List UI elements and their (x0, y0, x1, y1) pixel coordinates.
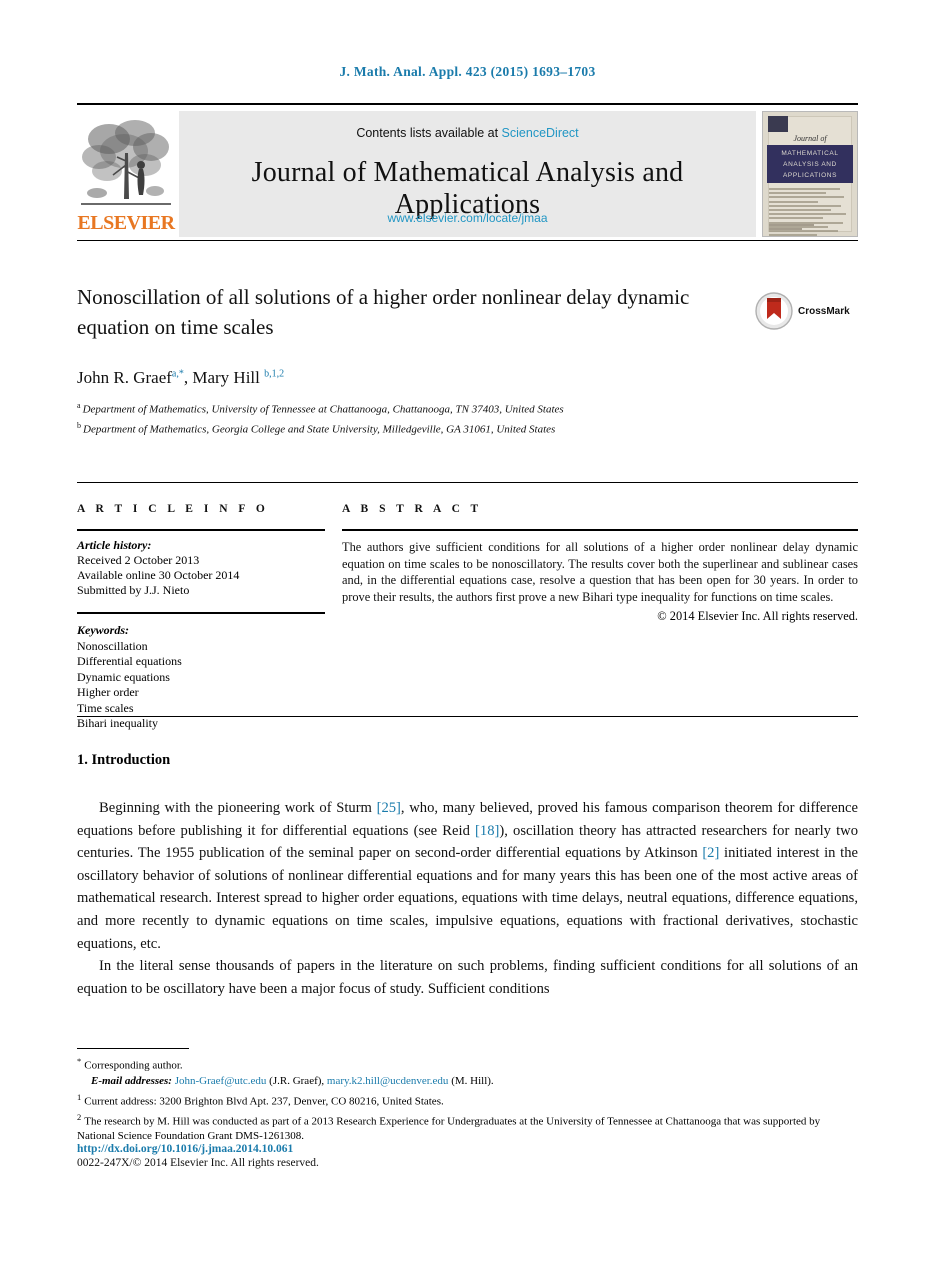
affiliation-b: b Department of Mathematics, Georgia Coll… (77, 419, 777, 437)
paragraph-2: In the literal sense thousands of papers… (77, 958, 858, 997)
cover-elsevier-mark (768, 116, 788, 132)
contents-prefix: Contents lists available at (356, 126, 502, 140)
article-info-column: A R T I C L E I N F O Article history: R… (77, 503, 325, 732)
history-item: Received 2 October 2013 (77, 553, 200, 567)
cover-contents-lines (769, 188, 851, 236)
article-history: Article history: Received 2 October 2013… (77, 538, 325, 598)
authors-text: John R. Graefa,*, Mary Hill b,1,2 (77, 368, 285, 387)
citation-25[interactable]: [25] (377, 800, 401, 816)
crossmark-label: CrossMark (798, 305, 850, 317)
email-link-hill[interactable]: mary.k2.hill@ucdenver.edu (327, 1075, 449, 1087)
footnotes-block: * Corresponding author. E-mail addresses:… (77, 1053, 858, 1144)
keyword-item: Time scales (77, 700, 134, 715)
title-block: Nonoscillation of all solutions of a hig… (77, 282, 858, 437)
keyword-item: Dynamic equations (77, 669, 170, 684)
journal-url-link[interactable]: www.elsevier.com/locate/jmaa (179, 211, 756, 225)
footnote-marker-star: * (77, 1056, 82, 1066)
crossmark-badge[interactable]: CrossMark (754, 290, 858, 332)
email-link-graef[interactable]: John-Graef@utc.edu (175, 1075, 267, 1087)
keywords-label: Keywords: (77, 623, 129, 637)
footnote-1: 1 Current address: 3200 Brighton Blvd Apt… (77, 1090, 858, 1109)
footnote-rule (77, 1048, 189, 1049)
elsevier-logo: ELSEVIER (77, 111, 175, 237)
para1-part1: Beginning with the pioneering work of St… (99, 800, 377, 816)
introduction-section: 1. Introduction Beginning with the pione… (77, 752, 858, 1000)
cover-journal-of: Journal of (793, 134, 827, 143)
doi-link[interactable]: http://dx.doi.org/10.1016/j.jmaa.2014.10… (77, 1143, 293, 1155)
abstract-copyright: © 2014 Elsevier Inc. All rights reserved… (657, 609, 858, 623)
elsevier-tree-icon (79, 113, 173, 213)
cover-footer-lines (769, 224, 851, 232)
keyword-item: Bihari inequality (77, 716, 158, 730)
article-info-heading: A R T I C L E I N F O (77, 503, 269, 515)
paragraph-1: Beginning with the pioneering work of St… (77, 797, 858, 955)
crossmark-icon (755, 292, 793, 330)
author-list: John R. Graefa,*, Mary Hill b,1,2 (77, 368, 858, 388)
citation-18[interactable]: [18] (475, 823, 499, 839)
masthead-bottom-rule (77, 240, 858, 241)
footnote-1-text: Current address: 3200 Brighton Blvd Apt.… (84, 1095, 444, 1108)
sciencedirect-link[interactable]: ScienceDirect (502, 126, 579, 140)
footnote-corresponding-text: Corresponding author. (84, 1059, 183, 1072)
email-owner-2: (M. Hill). (451, 1075, 494, 1088)
page-title: Nonoscillation of all solutions of a hig… (77, 285, 690, 339)
affiliation-marker-a: a (77, 401, 81, 410)
article-history-label: Article history: (77, 538, 152, 552)
footnote-2: 2 The research by M. Hill was conducted a… (77, 1110, 858, 1144)
contents-available-line: Contents lists available at ScienceDirec… (179, 126, 756, 140)
footnote-marker-1: 1 (77, 1091, 82, 1102)
info-bottom-rule (77, 716, 858, 717)
journal-masthead: ELSEVIER Contents lists available at Sci… (77, 103, 858, 237)
cover-title-band: MATHEMATICAL ANALYSIS AND APPLICATIONS (767, 145, 853, 183)
history-item: Submitted by J.J. Nieto (77, 583, 190, 597)
keywords-rule (77, 612, 325, 614)
section-heading: 1. Introduction (77, 752, 171, 768)
keyword-item: Higher order (77, 685, 139, 699)
history-item: Available online 30 October 2014 (77, 568, 240, 582)
footnote-2-text: The research by M. Hill was conducted as… (77, 1115, 821, 1143)
affiliation-a-text: Department of Mathematics, University of… (82, 403, 564, 416)
affiliation-a: a Department of Mathematics, University o… (77, 399, 777, 417)
keyword-item: Nonoscillation (77, 638, 148, 653)
footnote-corresponding: * Corresponding author. (77, 1054, 858, 1073)
abstract-heading: A B S T R A C T (342, 503, 483, 515)
article-info-rule (77, 529, 325, 531)
abstract-text: The authors give sufficient conditions f… (342, 540, 858, 604)
running-head: J. Math. Anal. Appl. 423 (2015) 1693–170… (339, 64, 596, 79)
email-owner-1: (J.R. Graef), (269, 1075, 325, 1088)
info-top-rule (77, 482, 858, 483)
journal-cover-thumbnail: Journal of MATHEMATICAL ANALYSIS AND APP… (762, 111, 858, 237)
footnote-emails: E-mail addresses: John-Graef@utc.edu (J.… (77, 1074, 858, 1089)
affiliation-marker-b: b (77, 421, 81, 431)
abstract-column: A B S T R A C T The authors give suffici… (342, 503, 858, 624)
elsevier-wordmark: ELSEVIER (77, 212, 175, 234)
footnote-marker-2: 2 (77, 1112, 82, 1123)
affiliation-b-text: Department of Mathematics, Georgia Colle… (83, 423, 556, 436)
abstract-rule (342, 529, 858, 531)
citation-2[interactable]: [2] (702, 845, 719, 861)
issn-copyright-line: 0022-247X/© 2014 Elsevier Inc. All right… (77, 1157, 319, 1169)
email-label: E-mail addresses: (91, 1075, 172, 1088)
masthead-center: Contents lists available at ScienceDirec… (179, 111, 756, 237)
keyword-item: Differential equations (77, 654, 182, 668)
paper-page: J. Math. Anal. Appl. 423 (2015) 1693–170… (0, 0, 935, 1266)
